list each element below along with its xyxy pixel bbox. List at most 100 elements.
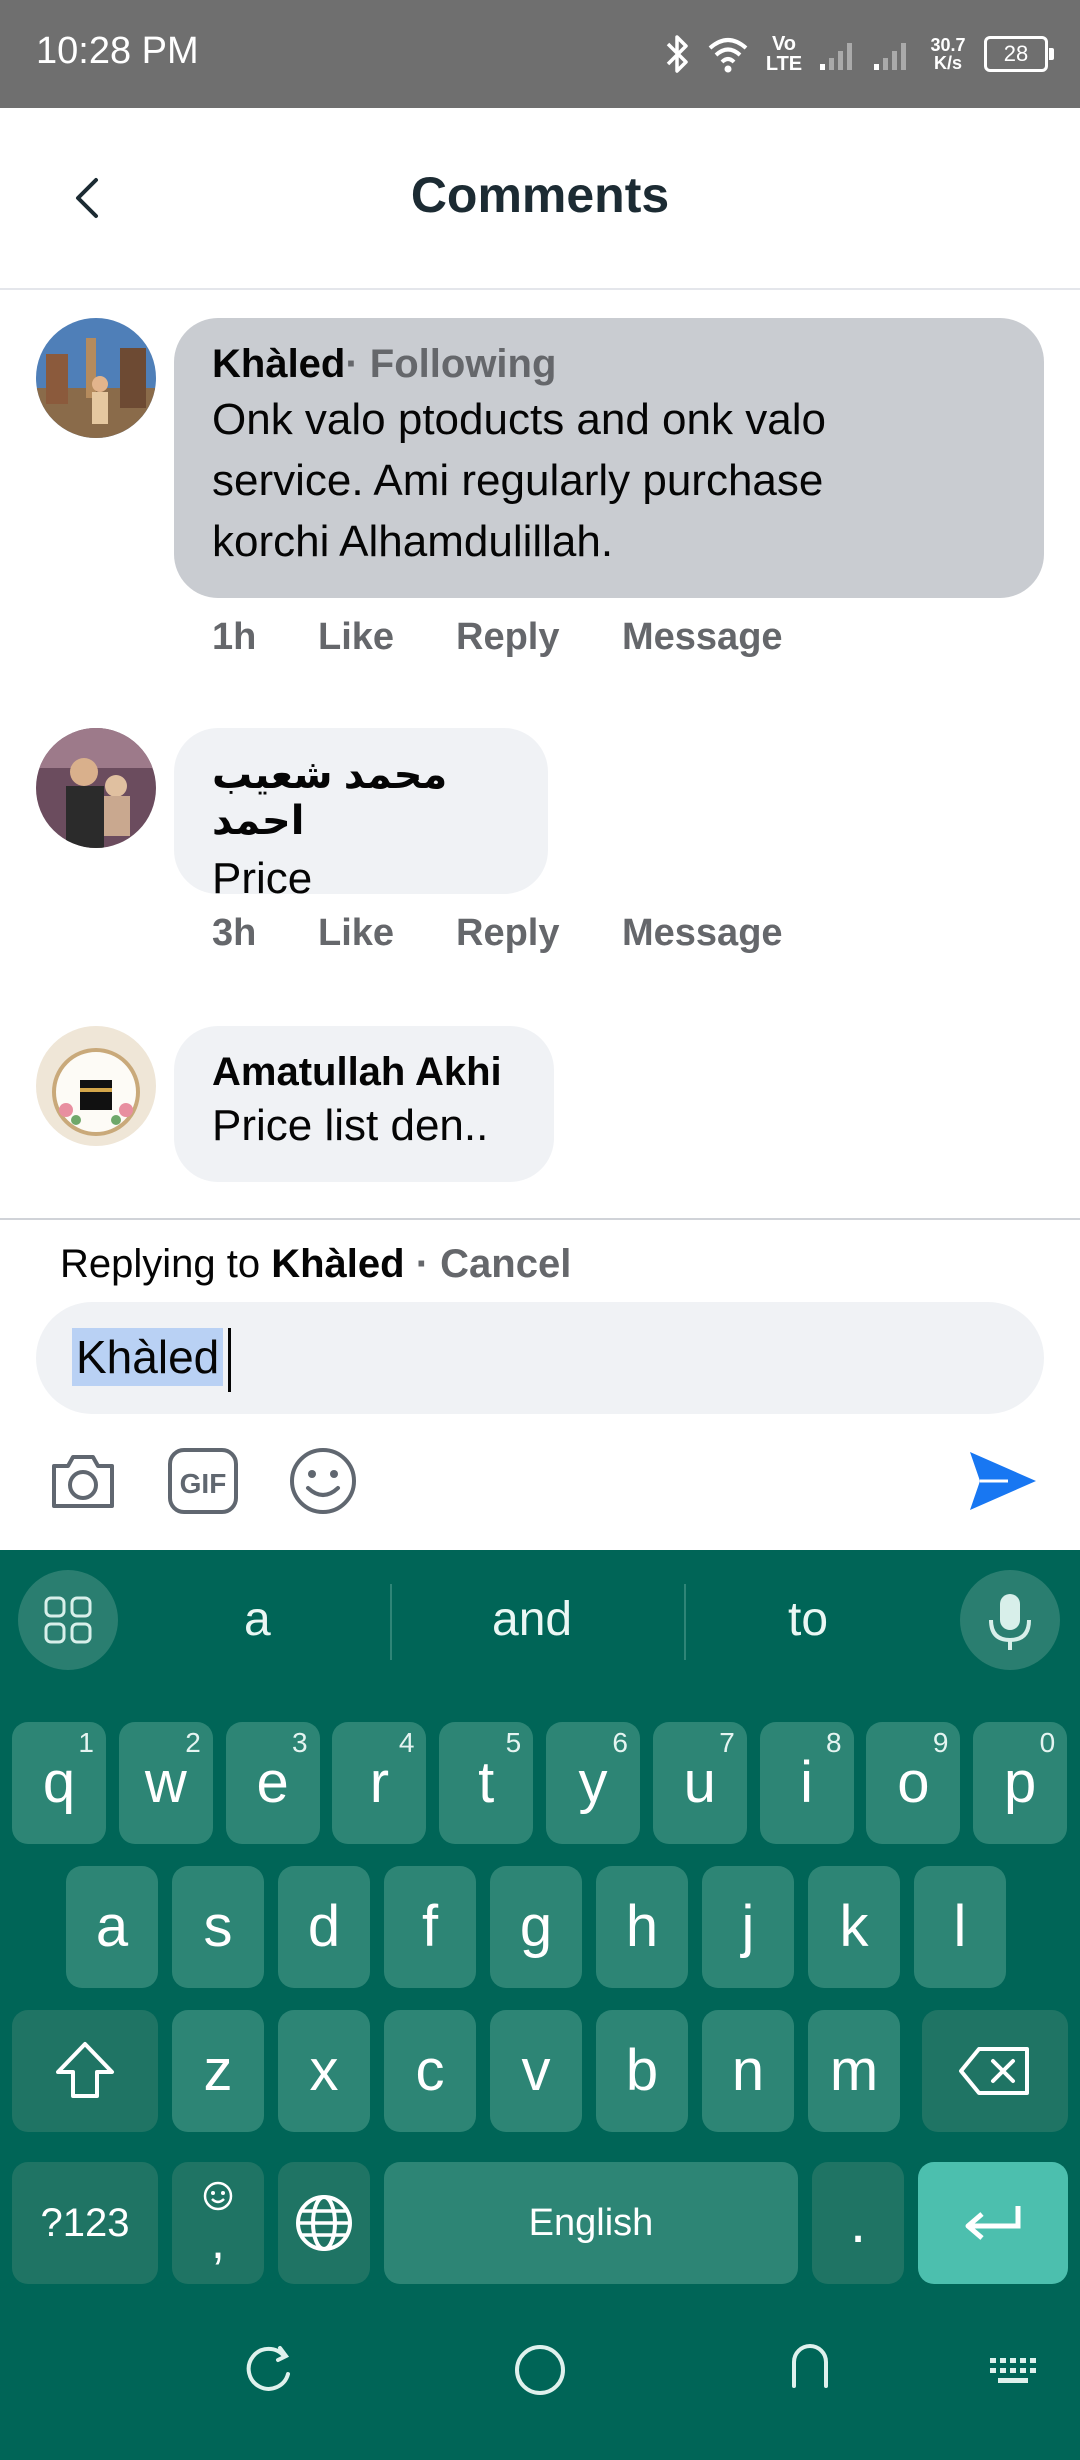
avatar[interactable]: [36, 318, 156, 438]
suggestion-1[interactable]: a: [244, 1592, 271, 1647]
key-label: y: [578, 1750, 608, 1815]
key-label: o: [897, 1750, 930, 1815]
language-key[interactable]: [278, 2162, 370, 2284]
symbols-key[interactable]: ?123: [12, 2162, 158, 2284]
reply-button[interactable]: Reply: [456, 912, 559, 955]
comment-bubble[interactable]: Khàled· Following Onk valo ptoducts and …: [174, 318, 1044, 598]
key-h[interactable]: h: [596, 1866, 688, 1988]
key-hint: 8: [826, 1727, 842, 1758]
shift-icon: [56, 2042, 114, 2098]
key-p[interactable]: p0: [973, 1722, 1068, 1844]
key-label: w: [144, 1750, 187, 1815]
signal-icon-2: [874, 43, 906, 70]
key-j[interactable]: j: [702, 1866, 794, 1988]
key-label: e: [256, 1750, 289, 1815]
key-hint: 9: [932, 1727, 949, 1758]
microphone-icon: [989, 1594, 1031, 1650]
key-label: c: [415, 2038, 445, 2103]
key-label: j: [741, 1894, 755, 1959]
comment-author[interactable]: Khàled: [212, 342, 345, 386]
like-button[interactable]: Like: [318, 912, 394, 955]
key-i[interactable]: i8: [759, 1722, 854, 1844]
key-d[interactable]: d: [278, 1866, 370, 1988]
suggestion-3[interactable]: to: [788, 1592, 828, 1647]
backspace-key[interactable]: [922, 2010, 1068, 2132]
key-e[interactable]: e3: [225, 1722, 320, 1844]
bluetooth-icon: [666, 35, 688, 73]
recent-apps-icon[interactable]: [240, 2340, 300, 2400]
page-title: Comments: [410, 167, 670, 223]
emoji-comma-key[interactable]: ,: [172, 2162, 264, 2284]
message-button[interactable]: Message: [622, 616, 783, 659]
comment-author[interactable]: Amatullah Akhi: [212, 1050, 518, 1095]
key-label: r: [369, 1750, 390, 1815]
key-label: q: [42, 1750, 76, 1815]
comments-list[interactable]: Khàled· Following Onk valo ptoducts and …: [0, 290, 1080, 1218]
enter-key[interactable]: [918, 2162, 1068, 2284]
message-button[interactable]: Message: [622, 912, 783, 955]
key-y[interactable]: y6: [546, 1722, 640, 1844]
battery-icon: 28: [984, 36, 1054, 72]
key-label: z: [203, 2038, 233, 2103]
key-f[interactable]: f: [384, 1866, 476, 1988]
keyboard-menu-button[interactable]: [18, 1570, 118, 1670]
key-label: i: [800, 1750, 814, 1815]
volte-label: Vo LTE: [765, 33, 803, 75]
soft-keyboard: a and to q1w2e3r4t5y6u7i8o9p0asdfghjklzx…: [0, 1550, 1080, 2460]
avatar[interactable]: [36, 1026, 156, 1146]
key-u[interactable]: u7: [652, 1722, 747, 1844]
comment-bubble[interactable]: Amatullah Akhi Price list den..: [174, 1026, 554, 1182]
suggestion-bar: a and to: [0, 1550, 1080, 1690]
key-l[interactable]: l: [914, 1866, 1006, 1988]
comment-bubble[interactable]: محمد شعیب احمد Price: [174, 728, 548, 903]
shift-key[interactable]: [12, 2010, 158, 2132]
space-key[interactable]: English: [384, 2162, 798, 2284]
key-m[interactable]: m: [808, 2010, 900, 2132]
comment-input-value[interactable]: Khàled: [72, 1328, 224, 1386]
camera-icon[interactable]: [44, 1442, 122, 1520]
voice-input-button[interactable]: [960, 1570, 1060, 1670]
key-label: n: [731, 2038, 765, 2103]
home-icon[interactable]: [510, 2340, 570, 2400]
key-t[interactable]: t5: [439, 1722, 534, 1844]
key-a[interactable]: a: [66, 1866, 158, 1988]
back-nav-icon[interactable]: [780, 2336, 840, 2396]
key-w[interactable]: w2: [118, 1722, 213, 1844]
svg-text:GIF: GIF: [180, 1468, 227, 1499]
grid-icon: [44, 1596, 92, 1644]
period-key[interactable]: .: [812, 2162, 904, 2284]
cancel-reply-button[interactable]: Cancel: [440, 1242, 571, 1286]
key-v[interactable]: v: [490, 2010, 582, 2132]
keyboard-hide-icon[interactable]: [984, 2346, 1044, 2396]
avatar[interactable]: [36, 728, 156, 848]
key-label: h: [625, 1894, 659, 1959]
gif-icon[interactable]: GIF: [164, 1442, 242, 1520]
key-k[interactable]: k: [808, 1866, 900, 1988]
reply-button[interactable]: Reply: [456, 616, 559, 659]
key-hint: 0: [1039, 1727, 1056, 1758]
comment-author[interactable]: محمد شعیب احمد: [212, 752, 512, 844]
divider: [390, 1584, 392, 1660]
suggestion-2[interactable]: and: [492, 1592, 572, 1647]
key-s[interactable]: s: [172, 1866, 264, 1988]
emoji-icon[interactable]: [284, 1442, 362, 1520]
key-b[interactable]: b: [596, 2010, 688, 2132]
like-button[interactable]: Like: [318, 616, 394, 659]
comment-text: Price: [212, 854, 313, 903]
key-z[interactable]: z: [172, 2010, 264, 2132]
send-icon[interactable]: [964, 1442, 1042, 1520]
comment-input[interactable]: Khàled: [36, 1302, 1044, 1414]
key-c[interactable]: c: [384, 2010, 476, 2132]
key-q[interactable]: q1: [12, 1722, 106, 1844]
key-label: g: [519, 1894, 553, 1959]
key-x[interactable]: x: [278, 2010, 370, 2132]
key-hint: 6: [612, 1727, 628, 1758]
key-label: u: [683, 1750, 716, 1815]
key-r[interactable]: r4: [332, 1722, 427, 1844]
key-o[interactable]: o9: [866, 1722, 961, 1844]
key-label: l: [953, 1894, 967, 1959]
key-n[interactable]: n: [702, 2010, 794, 2132]
speed-unit: K/s: [933, 53, 962, 73]
backspace-icon: [959, 2047, 1029, 2095]
key-g[interactable]: g: [490, 1866, 582, 1988]
